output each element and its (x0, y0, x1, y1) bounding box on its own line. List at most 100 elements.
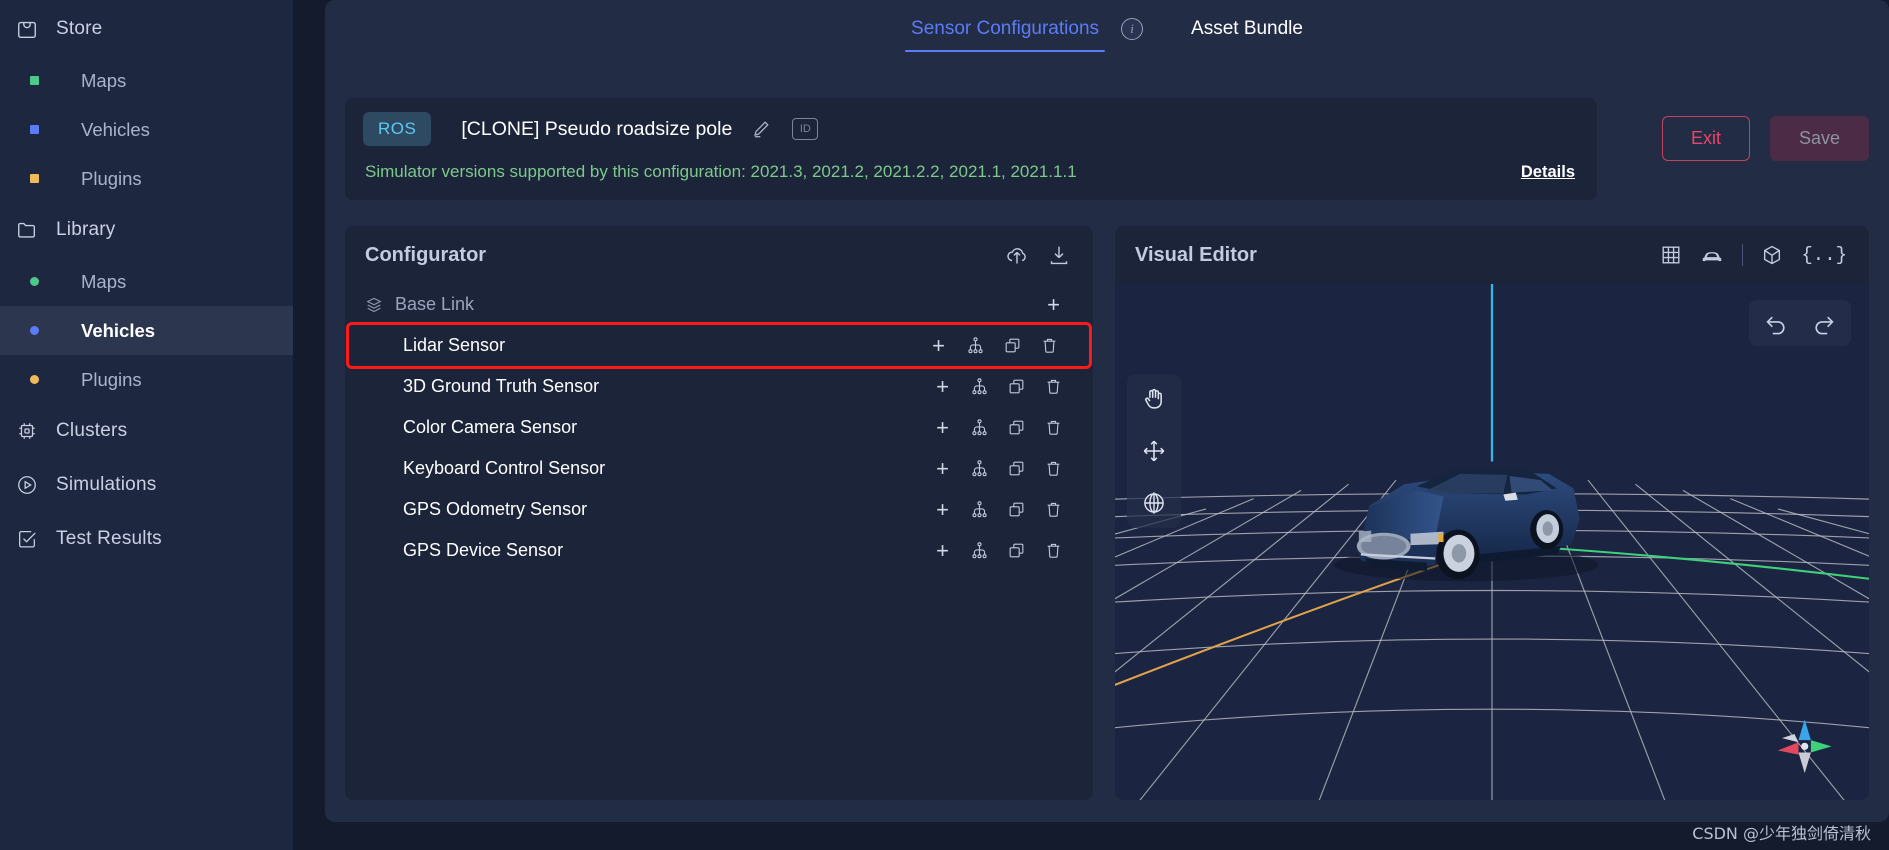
pencil-icon[interactable] (750, 118, 772, 140)
copy-icon[interactable] (1003, 336, 1022, 355)
tree-row-actions: + (933, 498, 1063, 520)
download-icon[interactable] (1047, 243, 1071, 267)
add-icon[interactable]: + (929, 334, 948, 356)
trash-icon[interactable] (1044, 418, 1063, 437)
sidebar-item-label: Simulations (56, 474, 157, 495)
branch-icon[interactable] (970, 418, 989, 437)
sidebar-item-store-plugins[interactable]: Plugins (0, 154, 293, 203)
add-icon[interactable]: + (933, 416, 952, 438)
scene-3d (1115, 284, 1869, 800)
config-header-card: ROS [CLONE] Pseudo roadsize pole ID Simu… (345, 98, 1597, 200)
sidebar-item-label: Plugins (81, 368, 142, 390)
info-circle-icon[interactable]: i (1121, 18, 1144, 40)
redo-icon[interactable] (1811, 310, 1837, 336)
branch-icon[interactable] (970, 500, 989, 519)
configurator-panel: Configurator Base Link + Lidar Sensor + … (345, 226, 1093, 800)
add-icon[interactable]: + (933, 539, 952, 561)
tree-row-gps-odometry-sensor[interactable]: GPS Odometry Sensor + (345, 489, 1093, 530)
watermark: CSDN @少年独剑倚清秋 (1692, 824, 1871, 843)
id-icon[interactable]: ID (792, 118, 819, 140)
trash-icon[interactable] (1040, 336, 1059, 355)
sidebar-item-label: Vehicles (81, 118, 150, 140)
sidebar-item-library-plugins[interactable]: Plugins (0, 355, 293, 404)
add-icon[interactable]: + (1044, 293, 1063, 315)
tree-row-actions: + (1044, 293, 1063, 315)
copy-icon[interactable] (1007, 500, 1026, 519)
play-circle-icon (16, 474, 38, 496)
copy-icon[interactable] (1007, 377, 1026, 396)
visual-editor-header: Visual Editor {..} (1115, 226, 1869, 284)
sidebar-item-test-results[interactable]: Test Results (0, 512, 293, 566)
car-icon[interactable] (1700, 243, 1724, 267)
bullet-square-icon (30, 76, 39, 85)
branch-icon[interactable] (970, 541, 989, 560)
sidebar-item-simulations[interactable]: Simulations (0, 458, 293, 512)
tab-sensor-configurations[interactable]: Sensor Configurations (905, 18, 1106, 52)
json-braces-icon[interactable]: {..} (1801, 245, 1847, 265)
sidebar-item-library-maps[interactable]: Maps (0, 257, 293, 306)
add-icon[interactable]: + (933, 457, 952, 479)
viewport-history-controls (1749, 300, 1851, 346)
bullet-square-icon (30, 125, 39, 134)
sidebar-item-label: Maps (81, 270, 127, 292)
bullet-circle-icon (30, 326, 39, 335)
hand-pan-icon[interactable] (1141, 386, 1167, 412)
add-icon[interactable]: + (933, 498, 952, 520)
trash-icon[interactable] (1044, 500, 1063, 519)
details-link[interactable]: Details (1521, 163, 1575, 182)
tree-row-lidar-sensor[interactable]: Lidar Sensor + (346, 322, 1092, 369)
add-icon[interactable]: + (933, 375, 952, 397)
tree-row-3d-ground-truth-sensor[interactable]: 3D Ground Truth Sensor + (345, 366, 1093, 407)
tree-row-label: Base Link (395, 294, 475, 314)
copy-icon[interactable] (1007, 459, 1026, 478)
trash-icon[interactable] (1044, 459, 1063, 478)
tree-row-gps-device-sensor[interactable]: GPS Device Sensor + (345, 530, 1093, 571)
checkbox-check-icon (16, 528, 38, 550)
config-header-top: ROS [CLONE] Pseudo roadsize pole ID (345, 98, 1597, 158)
cube-icon[interactable] (1761, 244, 1783, 266)
panels-row: Configurator Base Link + Lidar Sensor + … (345, 226, 1869, 800)
app-root: Store Maps Vehicles Plugins Library Maps (0, 0, 1889, 850)
tree-row-keyboard-control-sensor[interactable]: Keyboard Control Sensor + (345, 448, 1093, 489)
bullet-square-icon (30, 174, 39, 183)
sidebar-item-store-vehicles[interactable]: Vehicles (0, 105, 293, 154)
exit-button[interactable]: Exit (1661, 116, 1750, 161)
copy-icon[interactable] (1007, 418, 1026, 437)
sidebar-item-store[interactable]: Store (0, 2, 293, 56)
copy-icon[interactable] (1007, 541, 1026, 560)
sidebar-item-label: Test Results (56, 528, 162, 549)
sidebar-item-label: Clusters (56, 420, 128, 441)
sidebar-item-library[interactable]: Library (0, 203, 293, 257)
sidebar-item-clusters[interactable]: Clusters (0, 404, 293, 458)
sidebar-item-label: Library (56, 219, 116, 240)
panel-title: Visual Editor (1135, 243, 1257, 266)
sidebar-item-library-vehicles[interactable]: Vehicles (0, 306, 293, 355)
grid-icon[interactable] (1660, 244, 1682, 266)
move-arrows-icon[interactable] (1141, 438, 1167, 464)
tree-row-base-link[interactable]: Base Link + (345, 284, 1093, 325)
sidebar-item-store-maps[interactable]: Maps (0, 56, 293, 105)
tree-row-label: Lidar Sensor (403, 335, 506, 355)
config-header-bottom: Simulator versions supported by this con… (345, 158, 1597, 200)
branch-icon[interactable] (970, 377, 989, 396)
tree-row-actions: + (933, 539, 1063, 561)
trash-icon[interactable] (1044, 541, 1063, 560)
status-badge: ROS (363, 112, 432, 146)
folder-icon (16, 219, 38, 241)
branch-icon[interactable] (970, 459, 989, 478)
tab-bar: Sensor Configurations i Asset Bundle (325, 0, 1889, 70)
store-bag-icon (16, 18, 38, 40)
sidebar: Store Maps Vehicles Plugins Library Maps (0, 0, 293, 850)
upload-cloud-icon[interactable] (1005, 243, 1029, 267)
tree-row-label: Color Camera Sensor (403, 417, 578, 437)
simulator-versions-text: Simulator versions supported by this con… (365, 162, 1077, 181)
undo-icon[interactable] (1763, 310, 1789, 336)
globe-rotate-icon[interactable] (1141, 490, 1167, 516)
trash-icon[interactable] (1044, 377, 1063, 396)
tab-asset-bundle[interactable]: Asset Bundle (1185, 18, 1309, 52)
save-button[interactable]: Save (1769, 116, 1869, 161)
branch-icon[interactable] (966, 336, 985, 355)
sidebar-item-label: Vehicles (81, 319, 156, 341)
tree-row-color-camera-sensor[interactable]: Color Camera Sensor + (345, 407, 1093, 448)
viewport-3d[interactable] (1115, 284, 1869, 800)
